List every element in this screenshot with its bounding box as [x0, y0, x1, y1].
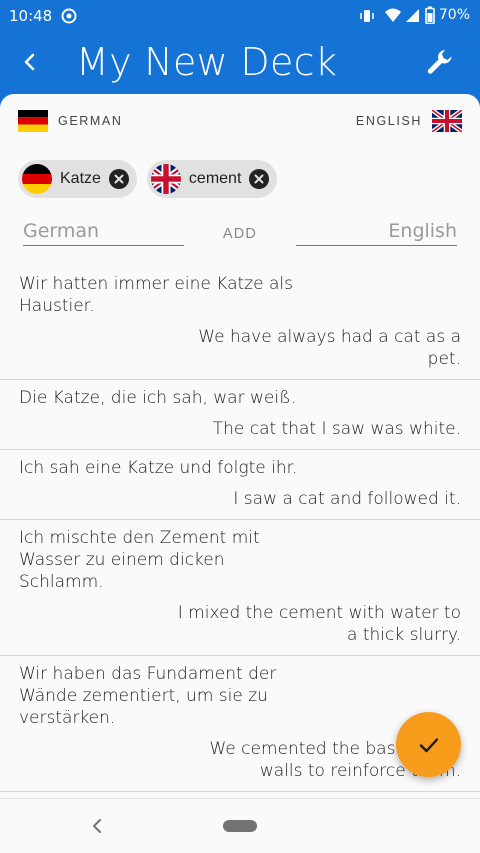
uk-flag-icon [151, 164, 181, 194]
vibrate-icon [360, 10, 374, 22]
app-bar: My New Deck [0, 32, 480, 94]
german-flag-icon [18, 110, 48, 132]
card-list: Wir hatten immer eine Katze als Haustier… [0, 266, 480, 792]
language-pair-row: GERMAN ENGLISH [18, 110, 462, 134]
german-sentence: Wir haben das Fundament der Wände zement… [19, 664, 277, 728]
back-button[interactable] [14, 46, 46, 78]
chip-label: Katze [60, 170, 101, 187]
list-item[interactable]: Ich mischte den Zement mit Wasser zu ein… [0, 520, 480, 656]
wrench-icon [427, 50, 452, 74]
add-button[interactable]: ADD [223, 226, 257, 242]
close-icon [114, 174, 124, 184]
status-time: 10:48 [9, 7, 53, 25]
chip-label: cement [188, 170, 242, 187]
list-item[interactable]: Die Katze, die ich sah, war weiß. The ca… [0, 380, 480, 450]
remove-chip-button[interactable] [108, 169, 129, 189]
battery-percentage: 70% [438, 7, 470, 23]
target-language-label: ENGLISH [355, 114, 422, 128]
uk-flag-icon [432, 110, 462, 132]
page-title: My New Deck [76, 40, 338, 84]
status-bar: 10:48 70% [0, 0, 480, 32]
filter-chips: Katze cement [18, 160, 278, 198]
source-language-label: GERMAN [58, 114, 123, 128]
chevron-left-icon [93, 819, 101, 833]
source-language[interactable]: GERMAN [18, 110, 122, 132]
sync-icon [61, 8, 77, 24]
list-item[interactable]: Ich sah eine Katze und folgte ihr. I saw… [0, 450, 480, 520]
english-input[interactable] [296, 216, 457, 246]
remove-chip-button[interactable] [249, 169, 270, 189]
target-language[interactable]: ENGLISH [356, 110, 462, 132]
confirm-button[interactable] [396, 712, 461, 777]
english-sentence: The cat that I saw was white. [212, 419, 461, 439]
system-back-button[interactable] [86, 815, 108, 837]
signal-icon [406, 9, 419, 22]
english-sentence: We have always had a cat as a pet. [198, 327, 461, 369]
system-nav-bar [0, 798, 480, 853]
check-icon [419, 737, 438, 752]
english-sentence: I saw a cat and followed it. [233, 489, 461, 509]
german-sentence: Ich sah eine Katze und folgte ihr. [19, 458, 298, 478]
german-sentence: Ich mischte den Zement mit Wasser zu ein… [19, 528, 260, 592]
deck-editor-sheet: GERMAN ENGLISH Katze cement German ADD E… [0, 94, 480, 798]
german-flag-icon [22, 164, 52, 194]
battery-icon [425, 6, 435, 24]
deck-settings-button[interactable] [424, 46, 456, 78]
filter-chip-cement[interactable]: cement [146, 160, 278, 198]
english-sentence: I mixed the cement with water to a thick… [177, 603, 461, 645]
list-item[interactable]: Wir hatten immer eine Katze als Haustier… [0, 266, 480, 380]
german-input[interactable] [23, 216, 184, 246]
german-sentence: Wir hatten immer eine Katze als Haustier… [19, 274, 293, 316]
wifi-icon [385, 8, 401, 22]
add-card-form: ADD [23, 216, 457, 252]
chevron-left-icon [24, 53, 35, 71]
german-sentence: Die Katze, die ich sah, war weiß. [19, 388, 296, 408]
home-pill[interactable] [223, 820, 257, 832]
filter-chip-katze[interactable]: Katze [18, 160, 137, 198]
close-icon [254, 174, 264, 184]
